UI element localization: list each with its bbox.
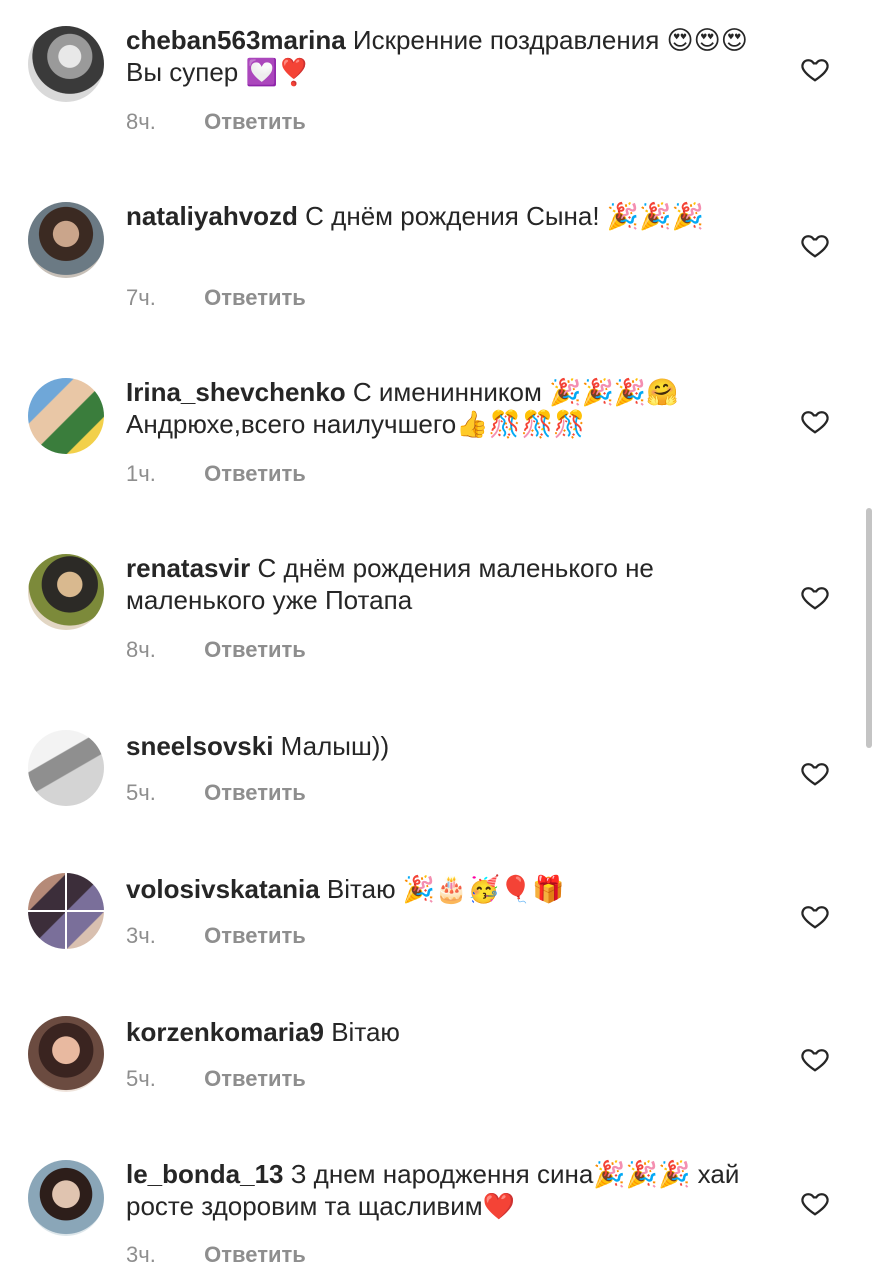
comment-time: 8ч. bbox=[126, 109, 156, 134]
comment-body: Вітаю bbox=[331, 1017, 400, 1047]
comment-text-block: le_bonda_13 З днем народження сина🎉🎉🎉 ха… bbox=[126, 1158, 756, 1222]
reply-button[interactable]: Ответить bbox=[204, 780, 306, 805]
avatar[interactable] bbox=[28, 873, 104, 949]
comment-time: 3ч. bbox=[126, 1242, 156, 1267]
like-heart-icon[interactable] bbox=[800, 1188, 830, 1218]
like-heart-icon[interactable] bbox=[800, 406, 830, 436]
avatar[interactable] bbox=[28, 730, 104, 806]
comment-username[interactable]: sneelsovski bbox=[126, 731, 273, 761]
comment-meta: 5ч. Ответить bbox=[126, 1066, 306, 1092]
reply-button[interactable]: Ответить bbox=[204, 637, 306, 662]
comment-time: 5ч. bbox=[126, 1066, 156, 1091]
scrollbar[interactable] bbox=[866, 508, 872, 748]
comment-text-block: volosivskatania Вітаю 🎉🎂🥳🎈🎁 bbox=[126, 873, 756, 905]
avatar[interactable] bbox=[28, 1160, 104, 1236]
comment-meta: 5ч. Ответить bbox=[126, 780, 306, 806]
reply-button[interactable]: Ответить bbox=[204, 109, 306, 134]
comment-username[interactable]: Irina_shevchenko bbox=[126, 377, 346, 407]
comment-time: 7ч. bbox=[126, 285, 156, 310]
comment-username[interactable]: le_bonda_13 bbox=[126, 1159, 284, 1189]
comment-time: 8ч. bbox=[126, 637, 156, 662]
comment-meta: 7ч. Ответить bbox=[126, 285, 306, 311]
like-heart-icon[interactable] bbox=[800, 1044, 830, 1074]
comment-username[interactable]: volosivskatania bbox=[126, 874, 320, 904]
comment-body: Малыш)) bbox=[280, 731, 390, 761]
reply-button[interactable]: Ответить bbox=[204, 923, 306, 948]
like-heart-icon[interactable] bbox=[800, 230, 830, 260]
comment-username[interactable]: nataliyahvozd bbox=[126, 201, 298, 231]
reply-button[interactable]: Ответить bbox=[204, 1066, 306, 1091]
comment-meta: 3ч. Ответить bbox=[126, 923, 306, 949]
avatar[interactable] bbox=[28, 554, 104, 630]
comment-username[interactable]: cheban563marina bbox=[126, 25, 346, 55]
reply-button[interactable]: Ответить bbox=[204, 1242, 306, 1267]
comment-text-block: renatasvir С днём рождения маленького не… bbox=[126, 552, 756, 616]
avatar[interactable] bbox=[28, 26, 104, 102]
like-heart-icon[interactable] bbox=[800, 582, 830, 612]
comment-time: 5ч. bbox=[126, 780, 156, 805]
comment-body: С днём рождения Сына! 🎉🎉🎉 bbox=[305, 201, 704, 231]
avatar[interactable] bbox=[28, 378, 104, 454]
comment-text-block: sneelsovski Малыш)) bbox=[126, 730, 756, 762]
comment-username[interactable]: renatasvir bbox=[126, 553, 250, 583]
comment-time: 1ч. bbox=[126, 461, 156, 486]
comment-meta: 8ч. Ответить bbox=[126, 637, 306, 663]
comment-text-block: korzenkomaria9 Вітаю bbox=[126, 1016, 756, 1048]
comment-username[interactable]: korzenkomaria9 bbox=[126, 1017, 324, 1047]
comment-meta: 1ч. Ответить bbox=[126, 461, 306, 487]
like-heart-icon[interactable] bbox=[800, 54, 830, 84]
reply-button[interactable]: Ответить bbox=[204, 285, 306, 310]
reply-button[interactable]: Ответить bbox=[204, 461, 306, 486]
avatar[interactable] bbox=[28, 1016, 104, 1092]
comment-text-block: nataliyahvozd С днём рождения Сына! 🎉🎉🎉 bbox=[126, 200, 756, 232]
comment-meta: 8ч. Ответить bbox=[126, 109, 306, 135]
comment-body: Вітаю 🎉🎂🥳🎈🎁 bbox=[326, 874, 565, 904]
comment-meta: 3ч. Ответить bbox=[126, 1242, 306, 1268]
like-heart-icon[interactable] bbox=[800, 758, 830, 788]
comment-text-block: Irina_shevchenko С именинником 🎉🎉🎉🤗Андрю… bbox=[126, 376, 756, 440]
comment-time: 3ч. bbox=[126, 923, 156, 948]
like-heart-icon[interactable] bbox=[800, 901, 830, 931]
comment-text-block: cheban563marina Искренние поздравления 😍… bbox=[126, 24, 756, 88]
avatar[interactable] bbox=[28, 202, 104, 278]
